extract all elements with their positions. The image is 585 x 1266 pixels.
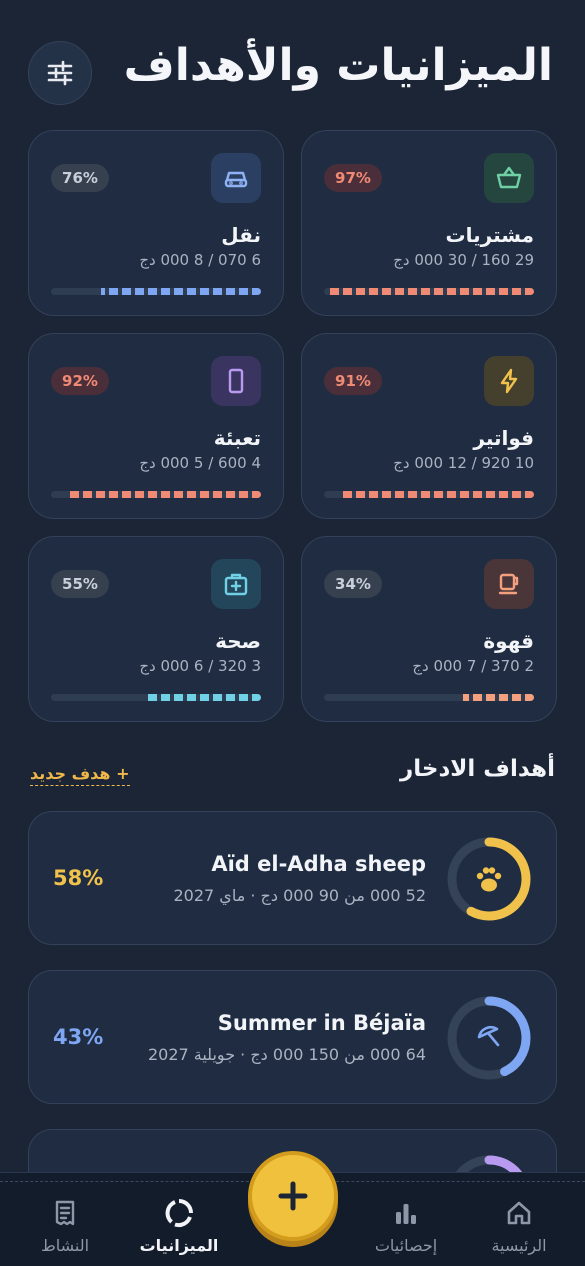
goal-meta: 64 000 من 150 000 دج · جويلية 2027 xyxy=(147,1045,426,1064)
budget-card-health[interactable]: 55% صحة 3 320 / 6 000 دج xyxy=(28,536,284,722)
car-icon xyxy=(211,153,261,203)
budget-percent-badge: 34% xyxy=(324,570,382,598)
budget-progress-fill xyxy=(342,491,534,498)
budget-card-topup[interactable]: 92% تعبئة 4 600 / 5 000 دج xyxy=(28,333,284,519)
phone-icon xyxy=(211,356,261,406)
savings-goals-title: أهداف الادخار xyxy=(400,756,555,782)
budget-progress-fill xyxy=(101,288,261,295)
budget-percent-badge: 55% xyxy=(51,570,109,598)
budget-card-groceries[interactable]: 97% مشتريات 29 160 / 30 000 دج xyxy=(301,130,557,316)
goal-progress-ring xyxy=(447,996,531,1080)
budget-percent-badge: 92% xyxy=(51,367,109,395)
budget-percent-badge: 76% xyxy=(51,164,109,192)
goal-meta: 52 000 من 90 000 دج · ماي 2027 xyxy=(173,886,427,905)
goal-name: Aïd el-Adha sheep xyxy=(211,852,426,876)
budget-progress-bar xyxy=(324,694,534,701)
budget-name: صحة xyxy=(215,629,261,653)
budget-progress-bar xyxy=(51,288,261,295)
nav-stats[interactable]: إحصائيات xyxy=(351,1196,461,1255)
home-icon xyxy=(507,1201,531,1225)
budget-amount: 4 600 / 5 000 دج xyxy=(139,454,261,472)
budget-name: فواتير xyxy=(473,426,534,450)
nav-home[interactable]: الرئيسية xyxy=(464,1196,574,1255)
nav-activity[interactable]: النشاط xyxy=(10,1196,120,1255)
budget-progress-bar xyxy=(324,491,534,498)
budget-amount: 29 160 / 30 000 دج xyxy=(393,251,534,269)
budget-name: قهوة xyxy=(483,629,534,653)
filter-button[interactable] xyxy=(28,41,92,105)
plus-icon xyxy=(278,1181,308,1211)
nav-budgets-label: الميزانيات xyxy=(139,1236,219,1255)
budget-card-bills[interactable]: 91% فواتير 10 920 / 12 000 دج xyxy=(301,333,557,519)
nav-activity-label: النشاط xyxy=(40,1236,90,1255)
budget-card-transport[interactable]: 76% نقل 6 070 / 8 000 دج xyxy=(28,130,284,316)
add-transaction-button[interactable] xyxy=(248,1151,338,1241)
budget-progress-bar xyxy=(324,288,534,295)
budgets-goals-screen: الميزانيات والأهداف 97% مشتريات 29 160 /… xyxy=(0,0,585,1266)
receipt-icon xyxy=(55,1200,75,1226)
goal-progress-ring xyxy=(447,837,531,921)
budget-percent-badge: 97% xyxy=(324,164,382,192)
medkit-icon xyxy=(211,559,261,609)
budget-name: مشتريات xyxy=(445,223,534,247)
sliders-icon xyxy=(47,60,73,86)
budget-name: نقل xyxy=(221,223,261,247)
budget-progress-fill xyxy=(67,491,261,498)
nav-home-label: الرئيسية xyxy=(491,1236,547,1255)
budget-amount: 2 370 / 7 000 دج xyxy=(412,657,534,675)
budget-progress-bar xyxy=(51,694,261,701)
donut-icon xyxy=(165,1199,193,1228)
umbrella-icon xyxy=(477,1026,500,1047)
budget-amount: 3 320 / 6 000 دج xyxy=(139,657,261,675)
coffee-icon xyxy=(484,559,534,609)
budget-percent-badge: 91% xyxy=(324,367,382,395)
goal-card[interactable]: Summer in Béjaïa 64 000 من 150 000 دج · … xyxy=(28,970,557,1104)
new-goal-button[interactable]: + هدف جديد xyxy=(30,764,130,786)
budget-progress-bar xyxy=(51,491,261,498)
budget-card-coffee[interactable]: 34% قهوة 2 370 / 7 000 دج xyxy=(301,536,557,722)
paw-icon xyxy=(476,867,502,892)
nav-stats-label: إحصائيات xyxy=(374,1236,438,1255)
goal-card[interactable]: Aïd el-Adha sheep 52 000 من 90 000 دج · … xyxy=(28,811,557,945)
budget-progress-fill xyxy=(330,288,534,295)
budget-amount: 10 920 / 12 000 دج xyxy=(393,454,534,472)
bolt-icon xyxy=(484,356,534,406)
bar-chart-icon xyxy=(396,1204,416,1224)
budget-progress-fill xyxy=(145,694,261,701)
budget-progress-fill xyxy=(462,694,534,701)
goal-percent: 43% xyxy=(53,1025,104,1049)
budget-name: تعبئة xyxy=(213,426,261,450)
nav-budgets[interactable]: الميزانيات xyxy=(124,1196,234,1255)
goal-name: Summer in Béjaïa xyxy=(217,1011,426,1035)
page-title: الميزانيات والأهداف xyxy=(123,40,553,91)
goal-percent: 58% xyxy=(53,866,104,890)
basket-icon xyxy=(484,153,534,203)
budget-amount: 6 070 / 8 000 دج xyxy=(139,251,261,269)
